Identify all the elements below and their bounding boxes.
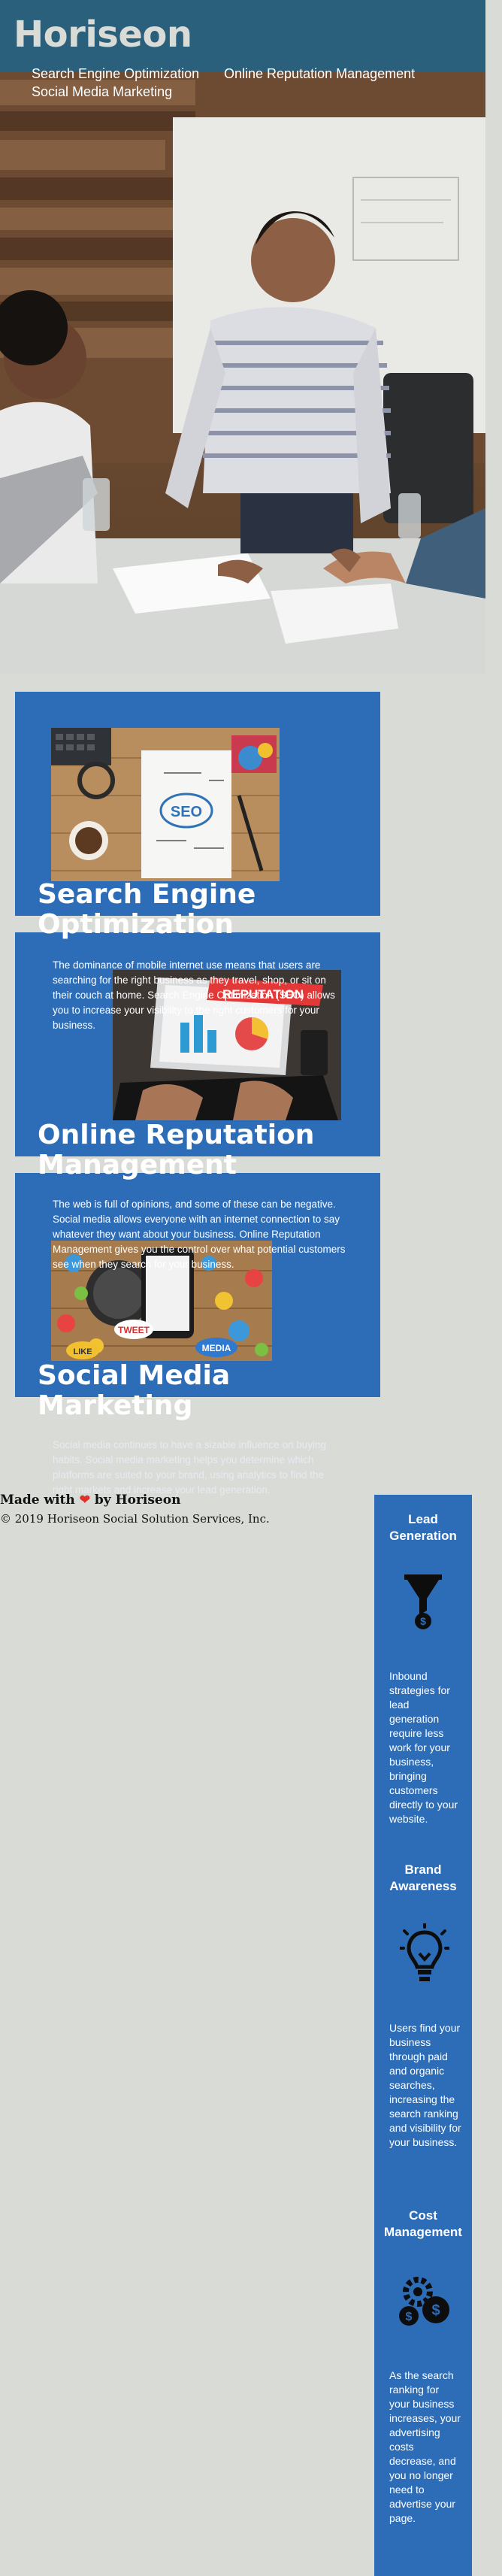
- hero-image: [0, 72, 485, 674]
- nav-link-social-media[interactable]: Social Media Marketing: [32, 84, 172, 100]
- site-logo: Horiseon: [14, 14, 192, 56]
- benefit-lead-text: Inbound strategies for lead generation r…: [389, 1670, 458, 1825]
- benefit-cost-title: Cost Management: [384, 2208, 462, 2239]
- nav-link-seo[interactable]: Search Engine Optimization: [32, 66, 199, 82]
- like-bubble-text: LIKE: [73, 1347, 92, 1356]
- svg-text:$: $: [420, 1615, 426, 1627]
- seo-image: SEO: [51, 728, 280, 881]
- benefit-brand-title: Brand Awareness: [389, 1862, 457, 1893]
- benefits-sidebar: Lead Generation $ Inbound strategies for…: [374, 1495, 472, 2576]
- orm-heading: Online Reputation Management: [38, 1120, 315, 1180]
- seo-badge-text: SEO: [171, 804, 202, 820]
- nav-link-online-reputation[interactable]: Online Reputation Management: [224, 66, 415, 82]
- benefit-brand-text: Users find your business through paid an…: [389, 2022, 461, 2148]
- site-header: Horiseon: [0, 0, 485, 72]
- copyright-text: © 2019 Horiseon Social Solution Services…: [0, 1512, 270, 1526]
- lightbulb-icon: [400, 1923, 449, 1981]
- media-bubble-text: MEDIA: [202, 1343, 231, 1353]
- seo-heading: Search Engine Optimization: [38, 879, 256, 940]
- benefit-lead-title: Lead Generation: [389, 1512, 457, 1543]
- svg-text:$: $: [406, 2311, 413, 2323]
- funnel-dollar-icon: $: [404, 1574, 442, 1629]
- smm-paragraph: Social media continues to have a sizable…: [53, 1439, 326, 1496]
- gears-dollar-icon: $ $: [399, 2277, 449, 2326]
- seo-paragraph: The dominance of mobile internet use mea…: [53, 959, 335, 1031]
- benefit-cost-text: As the search ranking for your business …: [389, 2369, 461, 2524]
- tweet-bubble-text: TWEET: [118, 1325, 150, 1335]
- orm-paragraph: The web is full of opinions, and some of…: [53, 1199, 346, 1270]
- smm-heading: Social Media Marketing: [38, 1360, 231, 1421]
- svg-text:$: $: [431, 2302, 440, 2319]
